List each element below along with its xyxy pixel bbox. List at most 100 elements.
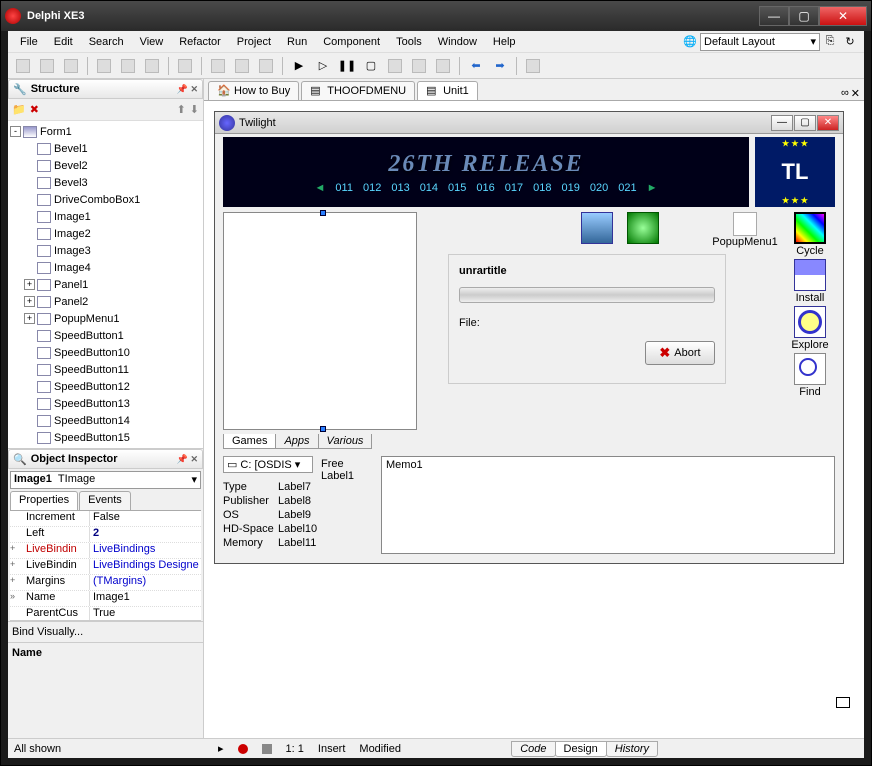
speedbutton-computer[interactable] <box>581 212 613 244</box>
memo[interactable]: Memo1 <box>381 456 835 554</box>
form-min-button[interactable]: — <box>771 115 793 131</box>
tree-toggle[interactable]: + <box>24 313 35 324</box>
tree-item[interactable]: Bevel2 <box>54 160 88 172</box>
tab-apps[interactable]: Apps <box>275 434 318 449</box>
tree-item[interactable]: Image3 <box>54 245 91 257</box>
form-close-button[interactable]: ✕ <box>817 115 839 131</box>
tb-x3[interactable] <box>231 55 253 77</box>
tree-item[interactable]: SpeedButton11 <box>54 364 129 376</box>
structure-tree[interactable]: -Form1Bevel1Bevel2Bevel3DriveComboBox1Im… <box>8 121 203 448</box>
pin-icon[interactable]: 📌 ✕ <box>177 454 198 465</box>
prop-name[interactable]: Left <box>20 527 90 542</box>
maximize-button[interactable]: ▢ <box>789 6 819 26</box>
menu-project[interactable]: Project <box>229 33 279 51</box>
tree-item[interactable]: SpeedButton10 <box>54 347 130 359</box>
tree-item[interactable]: SpeedButton13 <box>54 398 130 410</box>
down-icon[interactable]: ⬇ <box>190 103 199 116</box>
minimize-button[interactable]: — <box>759 6 789 26</box>
tree-toggle[interactable]: + <box>24 279 35 290</box>
tree-item[interactable]: PopupMenu1 <box>54 313 119 325</box>
form-titlebar[interactable]: Twilight — ▢ ✕ <box>215 112 843 134</box>
tb-copy[interactable] <box>117 55 139 77</box>
expand-icon[interactable]: ▸ <box>218 742 224 755</box>
drive-combo[interactable]: ▭ C: [OSDIS▾ <box>223 456 313 473</box>
oi-bind-link[interactable]: Bind Visually... <box>8 621 203 642</box>
tab-how-to-buy[interactable]: 🏠How to Buy <box>208 81 299 100</box>
tb-paste[interactable] <box>141 55 163 77</box>
menu-file[interactable]: File <box>12 33 46 51</box>
tl-logo[interactable]: TL <box>755 137 835 207</box>
prop-name[interactable]: LiveBindin <box>20 543 90 558</box>
tb-stop[interactable]: ▢ <box>360 55 382 77</box>
tb-run[interactable]: ▶ <box>288 55 310 77</box>
tab-design[interactable]: Design <box>555 741 607 757</box>
tree-item[interactable]: Bevel3 <box>54 177 88 189</box>
stop-macro-icon[interactable] <box>262 744 272 754</box>
tree-item[interactable]: DriveComboBox1 <box>54 194 140 206</box>
tb-run-no-debug[interactable]: ▷ <box>312 55 334 77</box>
menu-refactor[interactable]: Refactor <box>171 33 229 51</box>
menu-component[interactable]: Component <box>315 33 388 51</box>
menu-run[interactable]: Run <box>279 33 315 51</box>
save-layout-icon[interactable]: ⎘ <box>822 34 838 50</box>
oi-header[interactable]: 🔍 Object Inspector 📌 ✕ <box>8 449 203 469</box>
menu-search[interactable]: Search <box>81 33 132 51</box>
action-explore[interactable]: Explore <box>785 306 835 351</box>
tree-item[interactable]: Image2 <box>54 228 91 240</box>
infinity-icon[interactable]: ∞ <box>841 87 849 100</box>
tree-item[interactable]: Panel2 <box>54 296 88 308</box>
design-form[interactable]: Twilight — ▢ ✕ 26TH RELEASE ◄01101201301… <box>214 111 844 564</box>
abort-button[interactable]: ✖Abort <box>645 341 715 365</box>
record-macro-icon[interactable] <box>238 744 248 754</box>
tb-save[interactable] <box>60 55 82 77</box>
tree-item[interactable]: Bevel1 <box>54 143 88 155</box>
tab-various[interactable]: Various <box>318 434 373 449</box>
oi-property-grid[interactable]: IncrementFalseLeft2+LiveBindinLiveBindin… <box>10 511 201 621</box>
folder-icon[interactable]: 📁 <box>12 103 26 116</box>
tree-item[interactable]: SpeedButton1 <box>54 330 124 342</box>
tb-step-out[interactable] <box>432 55 454 77</box>
prop-name[interactable]: LiveBindin <box>20 559 90 574</box>
tree-toggle[interactable]: - <box>10 126 21 137</box>
banner-image[interactable]: 26TH RELEASE ◄01101201301401501601701801… <box>223 137 749 207</box>
prop-name[interactable]: Name <box>20 591 90 606</box>
structure-header[interactable]: 🔧 Structure 📌 ✕ <box>8 79 203 99</box>
prop-value[interactable]: 2 <box>90 527 201 542</box>
tb-step-over[interactable] <box>384 55 406 77</box>
tree-item[interactable]: Image1 <box>54 211 91 223</box>
tab-unit1[interactable]: ▤Unit1 <box>417 81 478 100</box>
prop-name[interactable]: ParentCus <box>20 607 90 621</box>
prop-name[interactable]: Increment <box>20 511 90 526</box>
tb-new[interactable] <box>12 55 34 77</box>
up-icon[interactable]: ⬆ <box>177 103 186 116</box>
close-button[interactable]: ✕ <box>819 6 867 26</box>
tree-toggle[interactable]: + <box>24 296 35 307</box>
tab-thoofdmenu[interactable]: ▤THOOFDMENU <box>301 81 415 100</box>
menu-help[interactable]: Help <box>485 33 524 51</box>
listbox[interactable] <box>223 212 417 430</box>
tree-item[interactable]: Panel1 <box>54 279 88 291</box>
form-max-button[interactable]: ▢ <box>794 115 816 131</box>
tb-back[interactable]: ⬅ <box>465 55 487 77</box>
delete-icon[interactable]: ✖ <box>30 103 39 116</box>
prop-value[interactable]: LiveBindings Designe <box>90 559 201 574</box>
form-designer[interactable]: Twilight — ▢ ✕ 26TH RELEASE ◄01101201301… <box>204 101 864 738</box>
pin-icon[interactable]: 📌 ✕ <box>177 84 198 95</box>
prop-value[interactable]: (TMargins) <box>90 575 201 590</box>
tab-code[interactable]: Code <box>511 741 555 757</box>
tb-x4[interactable] <box>255 55 277 77</box>
tab-history[interactable]: History <box>606 741 658 757</box>
action-install[interactable]: Install <box>785 259 835 304</box>
close-tab-icon[interactable]: ✕ <box>851 87 860 100</box>
tb-help[interactable] <box>522 55 544 77</box>
popupmenu-placeholder[interactable]: PopupMenu1 <box>713 212 777 248</box>
tree-item[interactable]: Image4 <box>54 262 91 274</box>
oi-component-combo[interactable]: Image1 TImage ▾ <box>10 471 201 489</box>
globe-icon[interactable]: 🌐 <box>682 34 698 50</box>
tree-item[interactable]: SpeedButton15 <box>54 432 130 444</box>
menu-edit[interactable]: Edit <box>46 33 81 51</box>
tb-cut[interactable] <box>93 55 115 77</box>
tab-events[interactable]: Events <box>79 491 131 510</box>
action-cycle[interactable]: Cycle <box>785 212 835 257</box>
prop-value[interactable]: Image1 <box>90 591 201 606</box>
